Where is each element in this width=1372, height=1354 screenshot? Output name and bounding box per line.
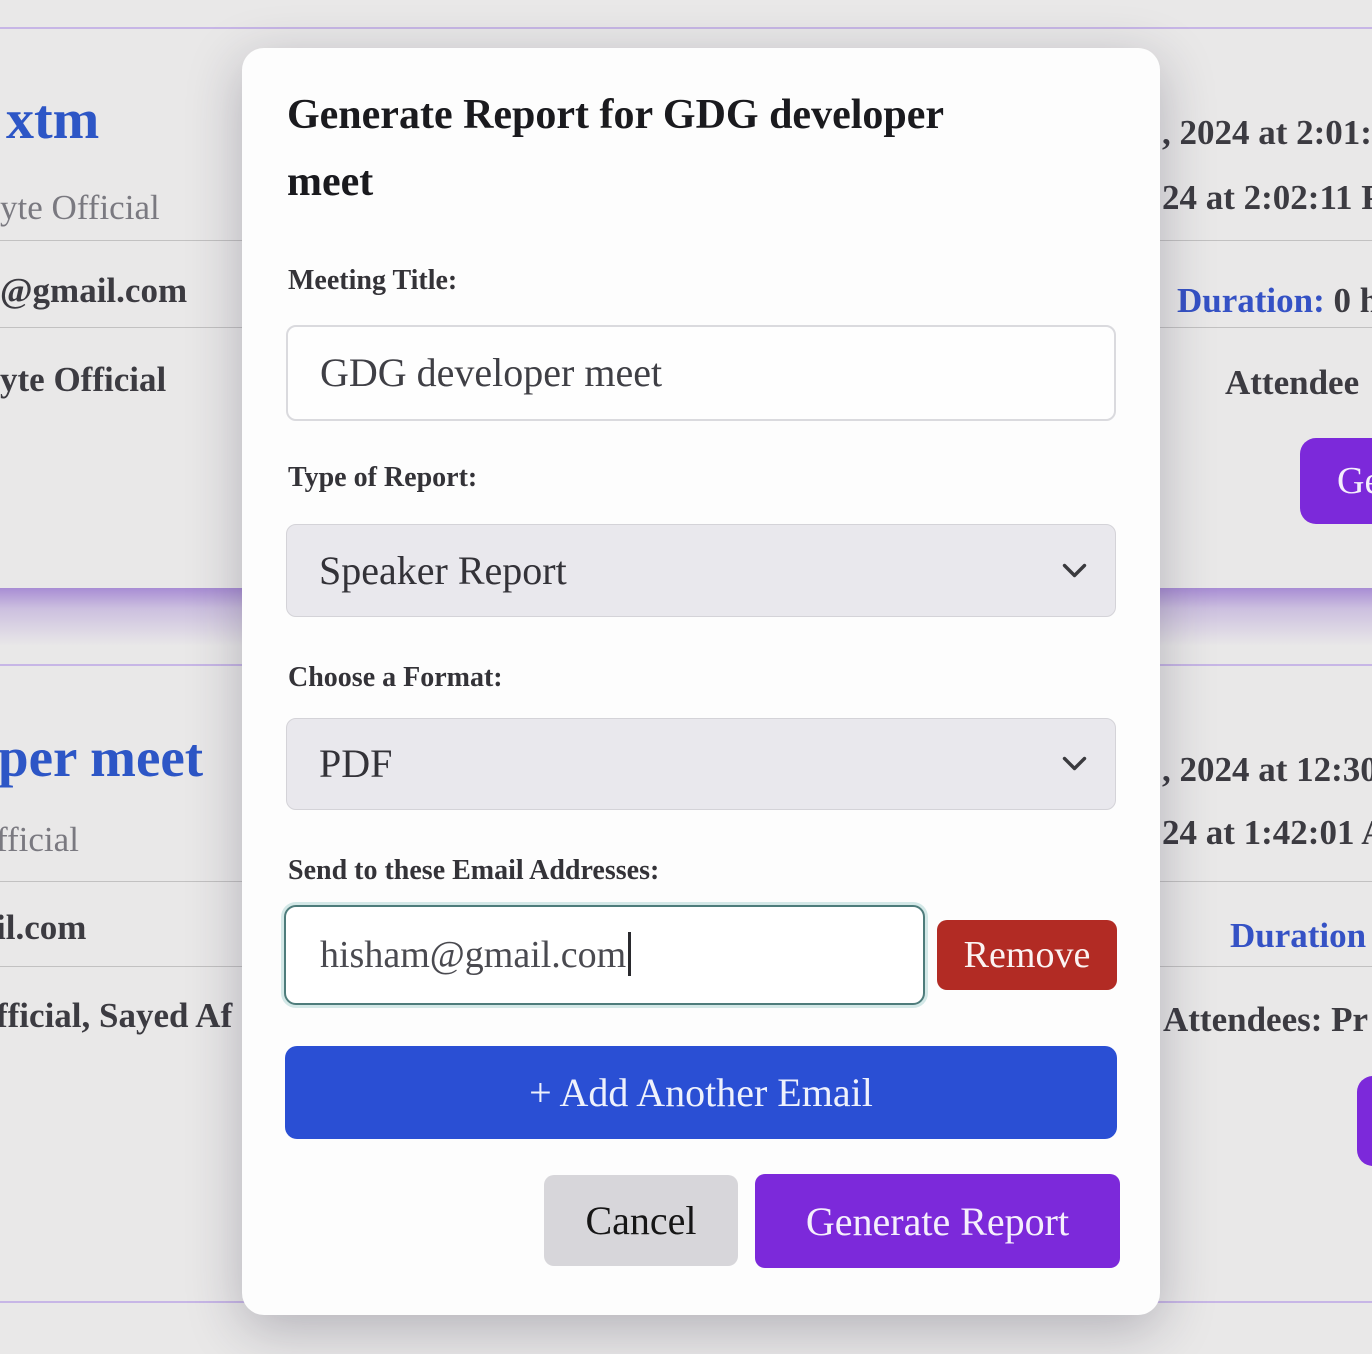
duration-label: Duration: [1230, 916, 1366, 956]
start-time-text: , 2024 at 2:01:1: [1162, 113, 1372, 153]
start-time-text: , 2024 at 12:30: [1162, 750, 1372, 790]
report-type-label: Type of Report:: [288, 462, 477, 494]
report-type-select[interactable]: Speaker Report: [286, 524, 1116, 617]
organizer-text: fficial: [0, 820, 79, 860]
format-value: PDF: [319, 741, 392, 786]
generate-report-button[interactable]: Ge: [1300, 438, 1372, 524]
page-background: xtm yte Official @gmail.com yte Official…: [0, 0, 1372, 1354]
end-time-text: 24 at 1:42:01 A: [1162, 813, 1372, 853]
text-cursor: [628, 932, 631, 976]
cancel-button[interactable]: Cancel: [544, 1175, 738, 1266]
duration-value: 0 h: [1325, 281, 1372, 320]
attendees-text: Attendees: Pr: [1163, 1000, 1368, 1040]
meeting-title-value: GDG developer meet: [320, 350, 662, 395]
duration-line: Duration: 0 h: [1177, 281, 1372, 321]
modal-title: Generate Report for GDG developer meet: [287, 82, 1117, 216]
generate-report-button[interactable]: [1357, 1076, 1372, 1166]
email-value: hisham@gmail.com: [320, 934, 626, 976]
host-text: fficial, Sayed Af: [0, 996, 232, 1036]
meeting-title-fragment: xtm: [6, 88, 99, 152]
meeting-title-fragment: per meet: [0, 726, 203, 789]
meeting-title-input[interactable]: GDG developer meet: [286, 325, 1116, 421]
chevron-down-icon: [1062, 563, 1087, 579]
meeting-title-label: Meeting Title:: [288, 265, 457, 297]
email-text: @gmail.com: [0, 271, 187, 311]
email-list-label: Send to these Email Addresses:: [288, 855, 659, 887]
top-divider-line: [0, 27, 1372, 29]
attendees-text: Attendee: [1225, 363, 1359, 403]
format-select[interactable]: PDF: [286, 718, 1116, 810]
duration-label: Duration:: [1177, 281, 1325, 320]
organizer-text: yte Official: [0, 188, 160, 228]
add-email-button[interactable]: + Add Another Email: [285, 1046, 1117, 1139]
host-text: yte Official: [0, 360, 166, 400]
email-text: il.com: [0, 908, 86, 948]
remove-email-button[interactable]: Remove: [937, 920, 1117, 990]
report-type-value: Speaker Report: [319, 548, 567, 593]
end-time-text: 24 at 2:02:11 P: [1162, 178, 1372, 218]
chevron-down-icon: [1062, 756, 1087, 772]
generate-report-modal: Generate Report for GDG developer meet M…: [242, 48, 1160, 1315]
modal-title-line1: Generate Report for GDG developer: [287, 82, 1117, 149]
email-input[interactable]: hisham@gmail.com: [284, 905, 925, 1005]
format-label: Choose a Format:: [288, 662, 503, 694]
modal-title-line2: meet: [287, 149, 1117, 216]
generate-report-submit-button[interactable]: Generate Report: [755, 1174, 1120, 1268]
